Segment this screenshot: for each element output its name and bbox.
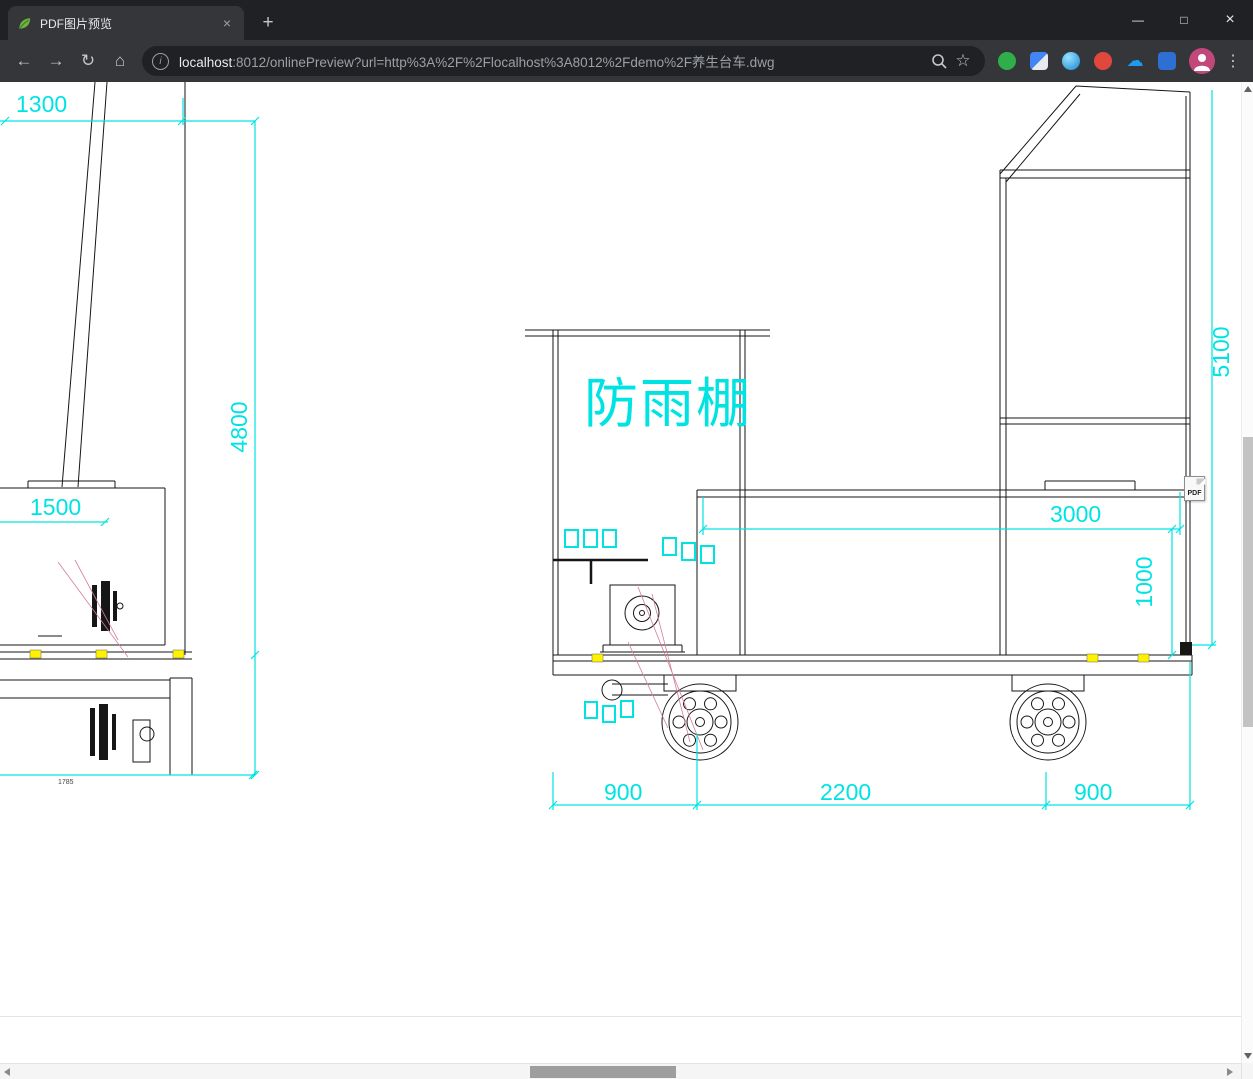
red-extension-icon — [1094, 52, 1112, 70]
zoom-icon[interactable] — [927, 49, 951, 73]
wheel-right — [1009, 683, 1087, 761]
address-bar[interactable]: i localhost:8012/onlinePreview?url=http%… — [142, 46, 985, 76]
dim-900-right-label: 900 — [1074, 779, 1112, 805]
extension-icon-2[interactable] — [1026, 48, 1052, 74]
left-view: 1300 4800 1500 1785 — [0, 82, 260, 786]
browser-titlebar: PDF图片预览 × + — □ × — [0, 0, 1253, 40]
page-content: 1300 4800 1500 1785 防雨棚 3000 1000 5100 9… — [0, 82, 1241, 1063]
pad-mark — [1137, 653, 1150, 663]
pad-mark — [172, 649, 185, 659]
extension-icon-6[interactable] — [1154, 48, 1180, 74]
side-view: 防雨棚 3000 1000 5100 900 2200 900 — [525, 85, 1234, 810]
extension-icon-3[interactable] — [1058, 48, 1084, 74]
url-path: :8012/onlinePreview?url=http%3A%2F%2Floc… — [232, 55, 775, 70]
blue-square-extension-icon — [1158, 52, 1176, 70]
reload-icon[interactable]: ↻ — [72, 45, 104, 77]
cloud-extension-icon: ☁ — [1126, 51, 1144, 70]
pad-mark — [1086, 653, 1099, 663]
dim-3000-label: 3000 — [1050, 501, 1101, 527]
dim-1785-label: 1785 — [58, 779, 74, 786]
browser-toolbar: ← → ↻ ⌂ i localhost:8012/onlinePreview?u… — [0, 40, 1253, 82]
blue-circle-extension-icon — [1062, 52, 1080, 70]
rain-shelter-label: 防雨棚 — [584, 374, 752, 434]
page-divider — [0, 1016, 1241, 1017]
browser-menu-icon[interactable]: ⋮ — [1221, 46, 1245, 76]
window-controls: — □ × — [1115, 0, 1253, 40]
url-host: localhost — [179, 55, 233, 70]
cad-drawing: 1300 4800 1500 1785 防雨棚 3000 1000 5100 9… — [0, 82, 1234, 810]
spring-leaf-favicon — [16, 15, 32, 31]
horizontal-scrollbar-thumb[interactable] — [530, 1066, 676, 1078]
back-icon[interactable]: ← — [8, 45, 40, 77]
dim-1500-label: 1500 — [30, 494, 81, 520]
dim-900-left-label: 900 — [604, 779, 642, 805]
window-maximize-button[interactable]: □ — [1161, 0, 1207, 40]
wheel-left — [661, 683, 739, 761]
dim-1300-label: 1300 — [16, 91, 67, 117]
new-tab-button[interactable]: + — [254, 9, 282, 37]
horizontal-scrollbar[interactable] — [0, 1063, 1253, 1079]
dim-1000-label: 1000 — [1131, 556, 1157, 607]
dim-2200-label: 2200 — [820, 779, 871, 805]
tab-title: PDF图片预览 — [40, 16, 113, 31]
pdf-download-badge[interactable]: PDF — [1184, 476, 1206, 501]
extension-icon-1[interactable] — [994, 48, 1020, 74]
scroll-down-icon[interactable] — [1244, 1053, 1252, 1059]
extension-icon-4[interactable] — [1090, 48, 1116, 74]
bookmark-star-icon[interactable]: ☆ — [951, 49, 975, 73]
pdf-badge-label: PDF — [1187, 490, 1202, 497]
green-extension-icon — [998, 52, 1016, 70]
scroll-right-icon[interactable] — [1227, 1068, 1233, 1076]
pad-mark — [591, 653, 604, 663]
page-info-icon[interactable]: i — [152, 52, 169, 70]
page-fold-icon — [1196, 478, 1206, 485]
home-icon[interactable]: ⌂ — [104, 45, 136, 77]
translate-extension-icon — [1030, 52, 1048, 70]
extension-icon-5[interactable]: ☁ — [1122, 48, 1148, 74]
profile-avatar[interactable] — [1189, 48, 1215, 74]
window-close-button[interactable]: × — [1207, 0, 1253, 40]
url-text[interactable]: localhost:8012/onlinePreview?url=http%3A… — [179, 51, 927, 71]
dim-5100-label: 5100 — [1208, 326, 1234, 377]
tab-close-button[interactable]: × — [218, 14, 236, 32]
pad-mark — [95, 649, 108, 659]
browser-tab[interactable]: PDF图片预览 × — [8, 6, 244, 40]
dim-4800-label: 4800 — [226, 401, 252, 452]
forward-icon[interactable]: → — [40, 45, 72, 77]
window-minimize-button[interactable]: — — [1115, 0, 1161, 40]
scroll-left-icon[interactable] — [4, 1068, 10, 1076]
vertical-scrollbar[interactable] — [1241, 82, 1253, 1063]
scroll-up-icon[interactable] — [1244, 86, 1252, 92]
pad-mark — [29, 649, 42, 659]
vertical-scrollbar-thumb[interactable] — [1243, 437, 1253, 727]
scrollbar-corner — [1241, 1063, 1253, 1079]
